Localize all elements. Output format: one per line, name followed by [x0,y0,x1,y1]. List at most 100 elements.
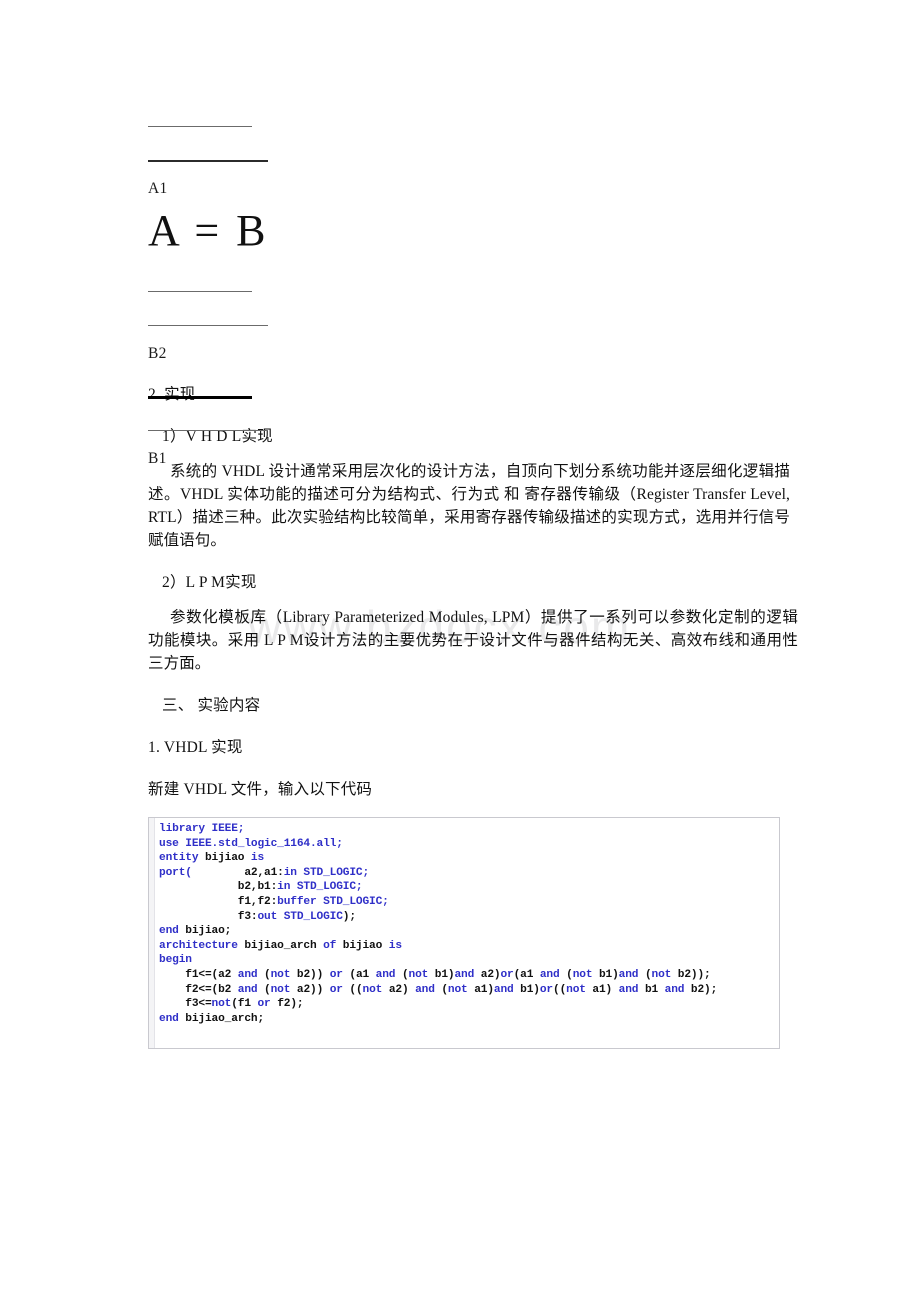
code-token: (( [553,983,567,996]
paragraph-vhdl-design: 系统的 VHDL 设计通常采用层次化的设计方法，自顶向下划分系统功能并逐层细化逻… [148,463,790,549]
code-token: a2,a1: [191,866,284,879]
code-token: entity [159,852,199,865]
code-token: and [415,983,435,996]
code-token: or [257,998,271,1011]
heading-vhdl-implementation: 1）V H D L实现 [162,428,273,445]
code-token: f3<= [159,998,212,1011]
code-token: and [618,968,639,981]
code-token: not [566,983,586,996]
code-token: and [375,968,396,981]
code-token: bijiao_arch; [178,1012,265,1025]
code-token: not [270,968,291,981]
code-token: not [572,968,593,981]
code-token: or [329,983,343,996]
code-token: IEEE; [204,823,245,835]
code-token: f1<=(a2 [159,968,238,981]
code-token: begin [159,954,192,967]
logic-diagram-figure: A1 A = B B2 B1 [0,0,920,467]
diagram-label-b2: B2 [148,345,167,362]
code-token: ( [257,983,271,996]
code-token: ( [257,968,271,981]
code-token: (a1 [513,968,540,981]
code-token: library [159,823,205,835]
code-token: or [500,968,514,981]
code-token: out STD_LOGIC [257,910,343,923]
code-token: a2) [474,968,501,981]
code-token: bijiao [198,852,251,865]
code-token: not [447,983,468,996]
diagram-formula-a-equals-b: A = B [148,206,269,255]
code-token: and [539,968,560,981]
code-token: and [237,983,258,996]
code-token: (( [342,983,363,996]
code-token: f2); [270,998,304,1011]
code-token: in STD_LOGIC; [283,866,370,879]
diagram-line-1 [148,126,252,127]
code-token: ( [395,968,409,981]
code-token: f3: [159,910,258,923]
code-token: b1 [638,983,665,996]
code-token: and [618,983,639,996]
code-token: a2) [382,983,416,996]
heading-vhdl-section: 1. VHDL 实现 [148,739,243,756]
code-token: and [664,983,685,996]
code-token: ( [434,983,448,996]
code-token: f1,f2: [159,895,278,908]
paragraph-lpm-description: 参数化模板库（Library Parameterized Modules, LP… [148,609,798,672]
code-token: and [493,983,514,996]
code-token: b2); [684,983,718,996]
code-token: f2<=(b2 [159,983,238,996]
code-token: and [454,968,475,981]
heading-lpm-implementation: 2）L P M实现 [162,574,257,591]
code-token: b1) [592,968,619,981]
instruction-create-vhdl-file: 新建 VHDL 文件，输入以下代码 [148,781,373,798]
diagram-label-b1: B1 [148,450,167,467]
code-token: a2)) [290,983,330,996]
code-token: ( [638,968,652,981]
code-token: not [270,983,291,996]
code-token: b2)) [290,968,330,981]
heading-experiment-content: 三、 实验内容 [162,697,261,714]
document-page: www.bzdocx.com A1 A = B B2 B1 2. 实现 1）V … [0,0,920,1302]
code-token: not [651,968,672,981]
diagram-line-6 [148,430,268,431]
code-token: ( [559,968,573,981]
code-token: a1) [585,983,619,996]
diagram-line-2 [148,160,268,162]
code-token: is [250,852,265,865]
code-token: of [323,939,337,952]
code-token: is [388,939,402,952]
code-token: ); [342,910,356,923]
code-token: or [329,968,343,981]
code-token: b1) [513,983,540,996]
code-token: end [159,1012,179,1025]
code-token: in STD_LOGIC; [277,881,363,894]
diagram-line-3 [148,291,252,292]
code-token: end [159,925,179,938]
code-token: IEEE.std_logic_1164.all; [178,837,343,850]
code-token: and [237,968,258,981]
document-content: A1 A = B B2 B1 2. 实现 1）V H D L实现 系统的 VHD… [0,0,920,1049]
code-token: architecture [159,939,238,952]
code-token: or [539,983,553,996]
code-token: not [211,998,232,1011]
code-token: not [408,968,429,981]
code-token: a1) [467,983,494,996]
code-token: port( [159,866,192,879]
vhdl-code-block[interactable]: library IEEE; use IEEE.std_logic_1164.al… [148,817,780,1049]
code-token: bijiao; [178,925,232,938]
code-token: (a1 [342,968,376,981]
code-token: use [159,837,179,850]
code-token: (f1 [231,998,258,1011]
code-token: not [362,983,383,996]
code-token: bijiao [336,939,389,952]
heading-implementation: 2. 实现 [148,386,196,403]
diagram-label-a1: A1 [148,180,168,197]
vhdl-code-text: library IEEE; use IEEE.std_logic_1164.al… [149,818,779,1030]
code-token: bijiao_arch [237,939,324,952]
diagram-line-4 [148,325,268,326]
code-block-wrapper: library IEEE; use IEEE.std_logic_1164.al… [0,817,920,1049]
diagram-line-5 [148,396,252,399]
code-token: b2)); [671,968,711,981]
code-token: b1) [428,968,455,981]
